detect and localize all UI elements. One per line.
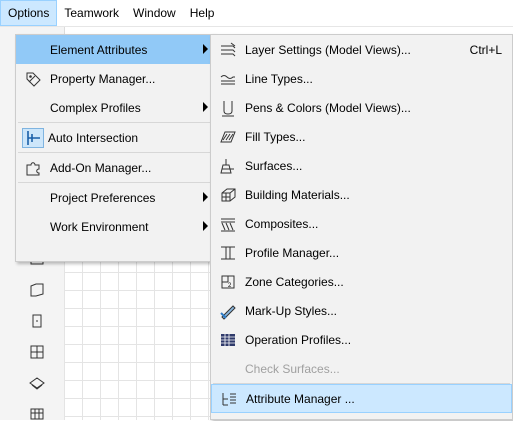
menu-item-auto-intersection[interactable]: Auto Intersection xyxy=(16,123,214,152)
menu-item-profile-manager[interactable]: Profile Manager... xyxy=(211,238,512,267)
attribute-manager-icon xyxy=(216,389,242,409)
mesh-tool-icon[interactable] xyxy=(28,403,46,421)
menu-item-label: Zone Categories... xyxy=(245,274,344,289)
menu-item-label: Operation Profiles... xyxy=(245,332,352,347)
menu-item-attribute-manager[interactable]: Attribute Manager ... xyxy=(211,384,512,413)
menu-item-label: Project Preferences xyxy=(50,190,156,205)
menu-item-label: Property Manager... xyxy=(50,71,156,86)
layers-icon xyxy=(215,40,241,60)
puzzle-icon xyxy=(20,158,46,178)
pen-icon xyxy=(215,98,241,118)
zone-icon: 2 xyxy=(215,272,241,292)
menu-help[interactable]: Help xyxy=(183,0,222,26)
menu-item-complex-profiles[interactable]: Complex Profiles xyxy=(16,93,214,122)
menu-item-element-attributes[interactable]: Element Attributes xyxy=(16,35,214,64)
submenu-arrow-icon xyxy=(203,102,208,112)
menu-item-fill-types[interactable]: Fill Types... xyxy=(211,122,512,151)
menu-item-label: Auto Intersection xyxy=(48,130,139,145)
menu-item-label: Element Attributes xyxy=(50,42,148,57)
slab-tool-icon[interactable] xyxy=(28,374,46,392)
composites-icon xyxy=(215,214,241,234)
menu-bar: Options Teamwork Window Help xyxy=(0,0,513,27)
menu-item-markup-styles[interactable]: Mark-Up Styles... xyxy=(211,296,512,325)
menu-item-composites[interactable]: Composites... xyxy=(211,209,512,238)
menu-item-layer-settings[interactable]: Layer Settings (Model Views)... Ctrl+L xyxy=(211,35,512,64)
menu-item-add-on-manager[interactable]: Add-On Manager... xyxy=(16,153,214,182)
column-tool-icon[interactable] xyxy=(28,343,46,361)
element-attributes-submenu: Layer Settings (Model Views)... Ctrl+L L… xyxy=(210,34,513,420)
menu-item-label: Profile Manager... xyxy=(245,245,340,260)
profile-icon xyxy=(215,243,241,263)
menu-item-work-environment[interactable]: Work Environment xyxy=(16,212,214,241)
menu-item-project-preferences[interactable]: Project Preferences xyxy=(16,183,214,212)
menu-item-operation-profiles[interactable]: Operation Profiles... xyxy=(211,325,512,354)
menu-item-zone-categories[interactable]: 2 Zone Categories... xyxy=(211,267,512,296)
operation-icon xyxy=(215,330,241,350)
window-tool-icon[interactable] xyxy=(28,312,46,330)
menu-item-label: Work Environment xyxy=(50,219,149,234)
tag-icon xyxy=(20,69,46,89)
menu-item-label: Layer Settings (Model Views)... xyxy=(245,42,411,57)
menu-item-surfaces[interactable]: Surfaces... xyxy=(211,151,512,180)
door-tool-icon[interactable] xyxy=(28,281,46,299)
fill-icon xyxy=(215,127,241,147)
markup-icon xyxy=(215,301,241,321)
building-materials-icon xyxy=(215,185,241,205)
menu-item-check-surfaces: Check Surfaces... xyxy=(211,354,512,383)
menu-item-label: Pens & Colors (Model Views)... xyxy=(245,100,411,115)
menu-item-label: Add-On Manager... xyxy=(50,160,152,175)
menu-item-property-manager[interactable]: Property Manager... xyxy=(16,64,214,93)
menu-item-pens-colors[interactable]: Pens & Colors (Model Views)... xyxy=(211,93,512,122)
submenu-arrow-icon xyxy=(203,44,208,54)
menu-item-label: Composites... xyxy=(245,216,319,231)
menu-item-label: Fill Types... xyxy=(245,129,306,144)
menu-item-label: Mark-Up Styles... xyxy=(245,303,338,318)
submenu-arrow-icon xyxy=(203,192,208,202)
menu-item-label: Line Types... xyxy=(245,71,313,86)
submenu-arrow-icon xyxy=(203,221,208,231)
menu-item-label: Surfaces... xyxy=(245,158,303,173)
surfaces-icon xyxy=(215,156,241,176)
menu-item-label: Complex Profiles xyxy=(50,100,141,115)
shortcut-label: Ctrl+L xyxy=(469,42,502,57)
options-menu: Element Attributes Property Manager... C… xyxy=(15,34,215,262)
menu-item-label: Attribute Manager ... xyxy=(246,391,355,406)
menu-window[interactable]: Window xyxy=(126,0,183,26)
menu-item-label: Check Surfaces... xyxy=(245,361,340,376)
menu-teamwork[interactable]: Teamwork xyxy=(57,0,126,26)
menu-item-line-types[interactable]: Line Types... xyxy=(211,64,512,93)
menu-item-label: Building Materials... xyxy=(245,187,350,202)
menu-options[interactable]: Options xyxy=(0,0,58,26)
menu-item-building-materials[interactable]: Building Materials... xyxy=(211,180,512,209)
intersection-icon xyxy=(22,127,44,148)
line-types-icon xyxy=(215,69,241,89)
